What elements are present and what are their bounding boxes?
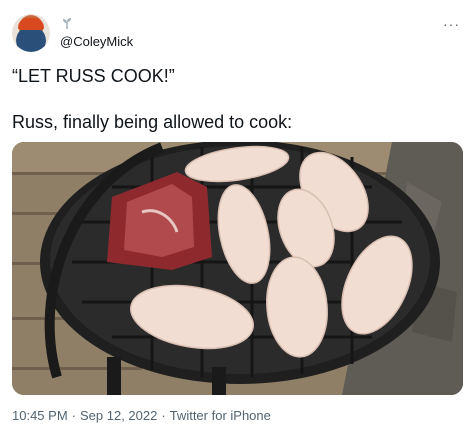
tweet-text-line-2: Russ, finally being allowed to cook: (12, 112, 293, 132)
tweet-source-app[interactable]: Twitter for iPhone (170, 408, 271, 423)
more-options-icon[interactable]: ··· (443, 16, 460, 32)
tweet-header: @ColeyMick ··· (12, 14, 462, 54)
author-handle[interactable]: @ColeyMick (60, 34, 133, 49)
tweet-meta: 10:45 PM · Sep 12, 2022 · Twitter for iPhone (12, 408, 271, 423)
sprout-icon (63, 18, 71, 29)
tweet-photo[interactable] (12, 142, 463, 395)
separator: · (71, 408, 76, 423)
tweet-text-line-1: “LET RUSS COOK!” (12, 66, 175, 86)
tweet-card: @ColeyMick ··· “LET RUSS COOK!” Russ, fi… (0, 0, 474, 433)
avatar[interactable] (12, 14, 50, 52)
tweet-date[interactable]: Sep 12, 2022 (80, 408, 157, 423)
grill-photo-illustration (12, 142, 463, 395)
avatar-cap (18, 18, 44, 30)
separator: · (161, 408, 166, 423)
tweet-time[interactable]: 10:45 PM (12, 408, 68, 423)
